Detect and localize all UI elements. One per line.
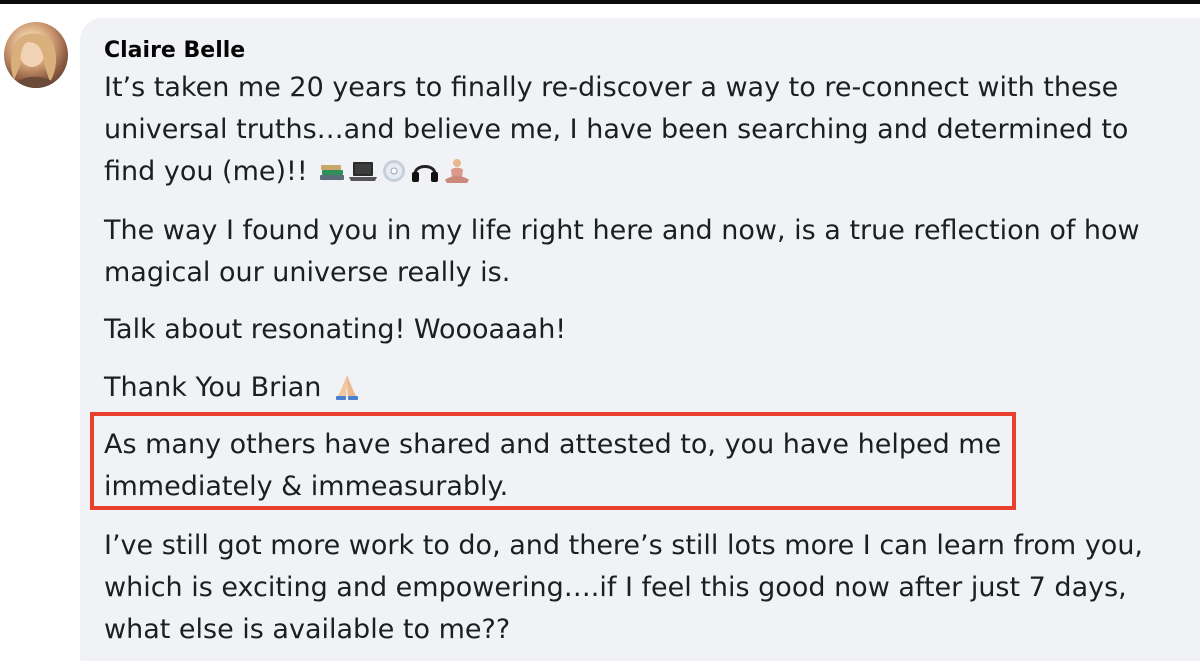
paragraph-line: find you (me)!! xyxy=(104,151,1184,193)
headphones-icon xyxy=(412,165,439,182)
comment-paragraph-6: I’ve still got more work to do, and ther… xyxy=(104,525,1184,651)
paragraph-line: universal truths…and believe me, I have … xyxy=(104,114,1129,145)
disc-icon xyxy=(383,160,406,182)
paragraph-line: The way I found you in my life right her… xyxy=(104,215,1140,246)
books-icon xyxy=(320,165,345,180)
paragraph-line: which is exciting and empowering….if I f… xyxy=(104,572,1127,603)
paragraph-line: Thank You Brian xyxy=(104,367,1184,409)
top-border xyxy=(0,0,1200,4)
paragraph-line-text: Thank You Brian xyxy=(104,372,322,403)
profile-photo-icon xyxy=(11,33,60,88)
avatar[interactable] xyxy=(4,22,68,88)
paragraph-line: I’ve still got more work to do, and ther… xyxy=(104,530,1144,561)
paragraph-line: immediately & immeasurably. xyxy=(104,471,509,502)
comment-paragraph-3: Talk about resonating! Woooaaah! xyxy=(104,309,1184,351)
folded-hands-icon xyxy=(335,375,358,400)
paragraph-line: It’s taken me 20 years to finally re-dis… xyxy=(104,72,1119,103)
paragraph-line: magical our universe really is. xyxy=(104,257,511,288)
comment-paragraph-2: The way I found you in my life right her… xyxy=(104,210,1184,294)
paragraph-line: As many others have shared and attested … xyxy=(104,429,1002,460)
paragraph-line-text: find you (me)!! xyxy=(104,156,308,187)
meditating-person-icon xyxy=(445,159,470,183)
paragraph-line: Talk about resonating! Woooaaah! xyxy=(104,314,567,345)
comment-paragraph-4: Thank You Brian xyxy=(104,367,1184,409)
comment-paragraph-5: As many others have shared and attested … xyxy=(104,424,1184,508)
comment-author[interactable]: Claire Belle xyxy=(104,36,245,66)
comment-paragraph-1: It’s taken me 20 years to finally re-dis… xyxy=(104,67,1184,193)
laptop-icon xyxy=(349,162,378,181)
paragraph-line: what else is available to me?? xyxy=(104,614,511,645)
